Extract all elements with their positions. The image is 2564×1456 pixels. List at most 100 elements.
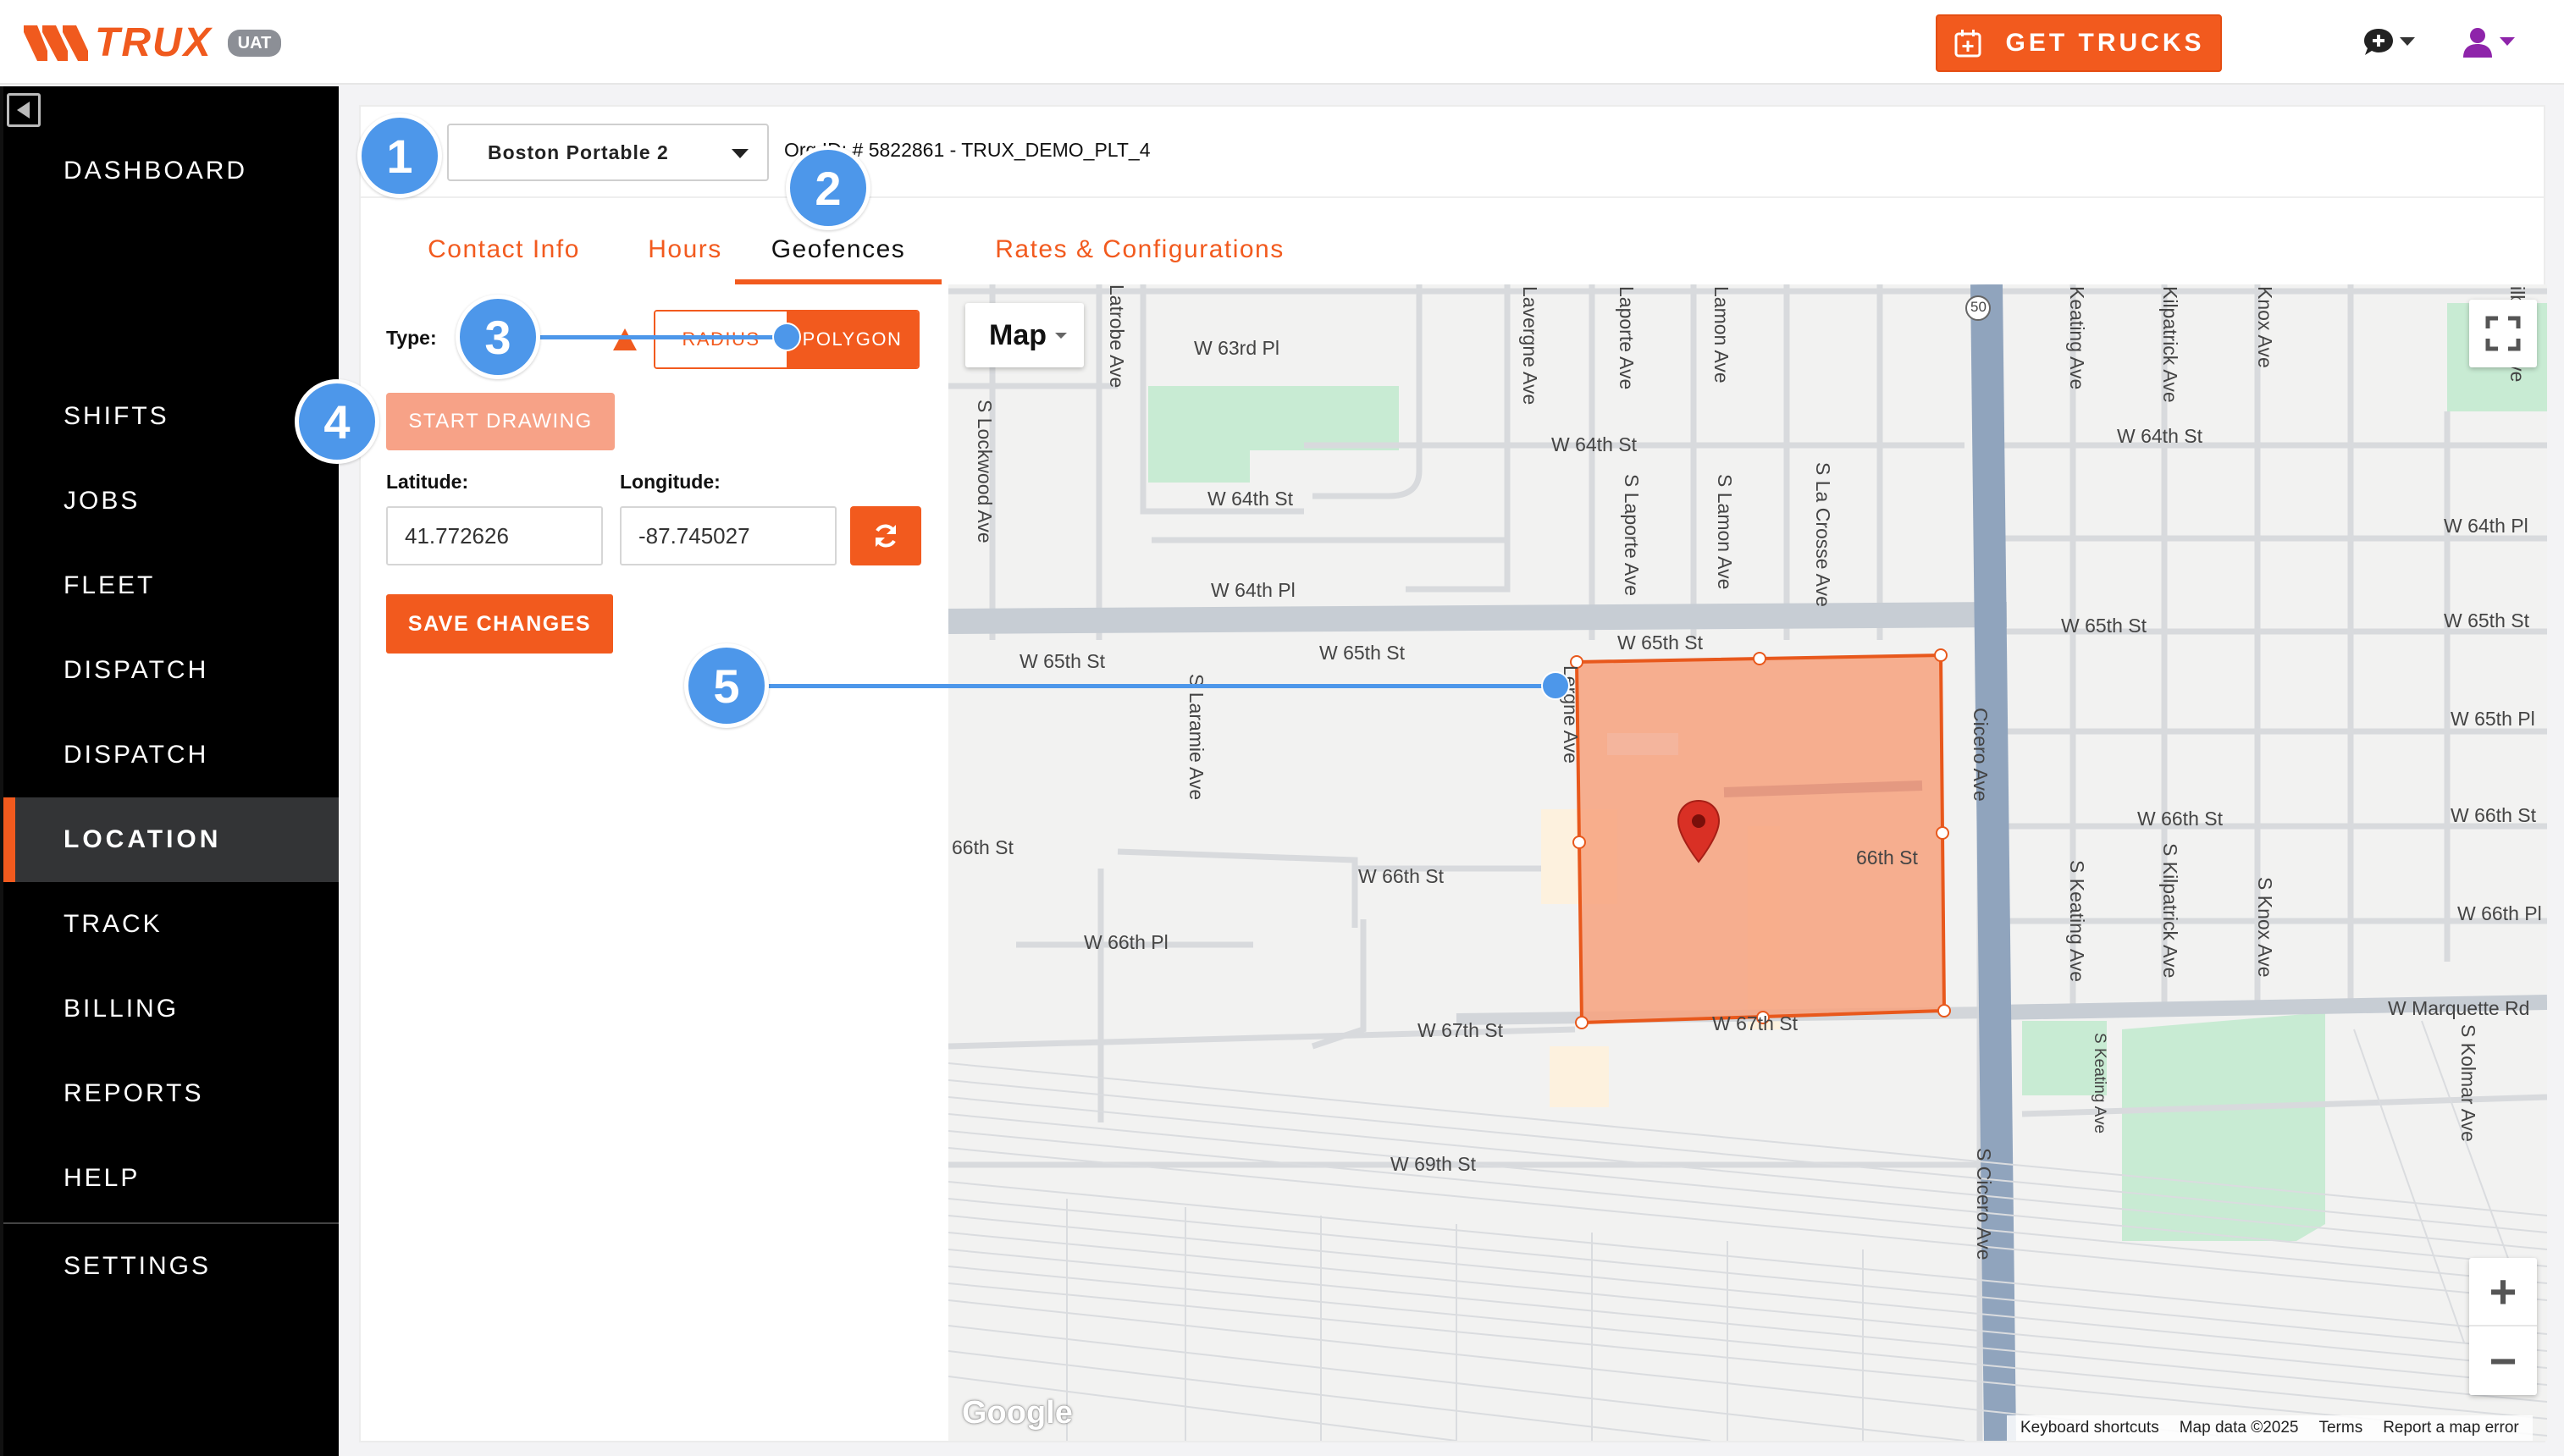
- map-base-layer: [948, 284, 2547, 1441]
- calendar-add-icon: [1954, 30, 1981, 58]
- sidebar-item-label: TRACK: [64, 910, 163, 938]
- street-label: W 65th Pl: [2451, 708, 2535, 730]
- street-label: S Kilpatrick Ave: [2159, 843, 2181, 979]
- zoom-out-button[interactable]: −: [2469, 1326, 2537, 1395]
- street-label: W 67th St: [1712, 1012, 1798, 1034]
- location-marker-icon[interactable]: [1675, 799, 1722, 863]
- sidebar-item-label: DISPATCH: [64, 656, 209, 684]
- location-panel: Boston Portable 2 Org ID: # 5822861 - TR…: [359, 105, 2547, 1442]
- sidebar-collapse-button[interactable]: [7, 93, 41, 127]
- dropdown-caret-icon: [1055, 332, 1067, 339]
- latitude-label: Latitude:: [386, 471, 469, 493]
- get-trucks-button[interactable]: GET TRUCKS: [1936, 14, 2222, 72]
- sidebar-item-dispatch-2[interactable]: DISPATCH: [3, 713, 339, 797]
- chat-menu[interactable]: [2362, 25, 2422, 59]
- street-label: S Kolmar Ave: [2457, 1024, 2479, 1142]
- sidebar-item-reports[interactable]: REPORTS: [3, 1051, 339, 1136]
- callout-4: 4: [295, 379, 379, 464]
- app-header: TRUX UAT GET TRUCKS: [0, 0, 2564, 85]
- street-label: W 69th St: [1390, 1153, 1476, 1175]
- street-label: 66th St: [1856, 847, 1918, 869]
- street-label: Lamon Ave: [1710, 286, 1732, 383]
- street-label: W 66th St: [2137, 808, 2223, 830]
- street-label: W 64th Pl: [1211, 579, 1296, 601]
- start-drawing-button[interactable]: START DRAWING: [386, 393, 615, 450]
- refresh-coordinates-button[interactable]: [850, 506, 921, 565]
- environment-badge: UAT: [227, 30, 282, 57]
- street-label: W 66th St: [2451, 804, 2536, 826]
- callout-5-line: [762, 684, 1555, 688]
- terms-link[interactable]: Terms: [2318, 1419, 2362, 1437]
- street-label: W 64th St: [1207, 488, 1293, 510]
- sidebar-item-help[interactable]: HELP: [3, 1136, 339, 1221]
- sidebar-item-label: REPORTS: [64, 1079, 204, 1107]
- sidebar-item-label: FLEET: [64, 571, 156, 599]
- zoom-in-button[interactable]: +: [2469, 1258, 2537, 1326]
- callout-5-dot: [1541, 671, 1570, 700]
- fullscreen-button[interactable]: [2469, 300, 2537, 367]
- street-label: W 64th St: [2117, 425, 2202, 447]
- tab-label: Geofences: [771, 235, 906, 263]
- type-label: Type:: [386, 327, 437, 349]
- longitude-input[interactable]: [620, 506, 837, 565]
- route-shield-label: 50: [1970, 299, 1987, 315]
- street-label: W 65th St: [1617, 631, 1703, 654]
- sidebar-item-fleet[interactable]: FLEET: [3, 543, 339, 628]
- street-label: W 64th Pl: [2444, 515, 2528, 537]
- zoom-control: + −: [2469, 1258, 2537, 1395]
- tab-rates-configurations[interactable]: Rates & Configurations: [953, 218, 1326, 284]
- sidebar: DASHBOARD SHIFTS JOBS FLEET DISPATCH DIS…: [0, 86, 339, 1456]
- callout-2: 2: [786, 146, 870, 230]
- sidebar-item-label: HELP: [64, 1164, 141, 1192]
- street-label: S Cicero Ave: [1973, 1148, 1995, 1260]
- sidebar-item-dispatch[interactable]: DISPATCH: [3, 628, 339, 713]
- latitude-input[interactable]: [386, 506, 603, 565]
- map-type-label: Map: [989, 318, 1047, 351]
- street-label: Knox Ave: [2254, 286, 2276, 368]
- type-option-radius[interactable]: RADIUS: [655, 312, 787, 367]
- sidebar-item-settings[interactable]: SETTINGS: [3, 1224, 339, 1309]
- street-label: W 66th Pl: [1084, 931, 1169, 953]
- trux-logo[interactable]: TRUX UAT: [24, 22, 282, 64]
- street-label: 66th St: [952, 836, 1014, 858]
- report-map-error-link[interactable]: Report a map error: [2383, 1419, 2519, 1437]
- refresh-icon: [876, 524, 896, 548]
- street-label: S Laporte Ave: [1621, 474, 1643, 597]
- geofence-form: Type: RADIUS POLYGON START DRAWING Latit…: [361, 284, 948, 1441]
- street-label: W 65th St: [1020, 650, 1105, 672]
- sidebar-item-location[interactable]: LOCATION: [3, 797, 339, 882]
- sidebar-item-label: SETTINGS: [64, 1252, 212, 1280]
- map-type-control[interactable]: Map: [965, 303, 1084, 367]
- get-trucks-label: GET TRUCKS: [2005, 29, 2205, 57]
- warning-triangle-icon: [613, 328, 637, 350]
- street-label: W 65th St: [2061, 615, 2147, 637]
- save-changes-button[interactable]: SAVE CHANGES: [386, 594, 613, 654]
- sidebar-item-billing[interactable]: BILLING: [3, 967, 339, 1051]
- geofence-map[interactable]: W 63rd Pl W 64th St W 64th St W 64th St …: [948, 284, 2547, 1441]
- street-label: Cicero Ave: [1970, 708, 1992, 802]
- sidebar-item-dashboard[interactable]: DASHBOARD: [3, 129, 339, 213]
- organization-select[interactable]: Boston Portable 2: [447, 124, 769, 181]
- keyboard-shortcuts-link[interactable]: Keyboard shortcuts: [2020, 1419, 2159, 1437]
- callout-3-line: [539, 335, 784, 339]
- tab-hours[interactable]: Hours: [627, 218, 743, 284]
- map-attribution: Keyboard shortcuts Map data ©2025 Terms …: [2007, 1415, 2533, 1441]
- google-logo[interactable]: Google: [962, 1395, 1073, 1431]
- callout-3: 3: [456, 295, 540, 379]
- user-menu[interactable]: [2461, 24, 2528, 61]
- sidebar-item-label: JOBS: [64, 487, 141, 515]
- sidebar-item-jobs[interactable]: JOBS: [3, 459, 339, 543]
- street-label: S Laramie Ave: [1185, 674, 1207, 801]
- street-label: S Lockwood Ave: [974, 400, 996, 543]
- street-label: W 66th St: [1358, 865, 1444, 887]
- chevron-down-icon: [2400, 37, 2415, 46]
- street-label: S Keating Ave: [2091, 1033, 2108, 1134]
- street-label: W Marquette Rd: [2388, 997, 2530, 1019]
- type-option-polygon[interactable]: POLYGON: [787, 312, 918, 367]
- tab-contact-info[interactable]: Contact Info: [390, 218, 618, 284]
- chevron-down-icon: [2500, 37, 2515, 46]
- sidebar-item-shifts[interactable]: SHIFTS: [3, 374, 339, 459]
- street-label: W 65th St: [1319, 642, 1405, 664]
- sidebar-item-track[interactable]: TRACK: [3, 882, 339, 967]
- sidebar-item-label: LOCATION: [64, 825, 222, 853]
